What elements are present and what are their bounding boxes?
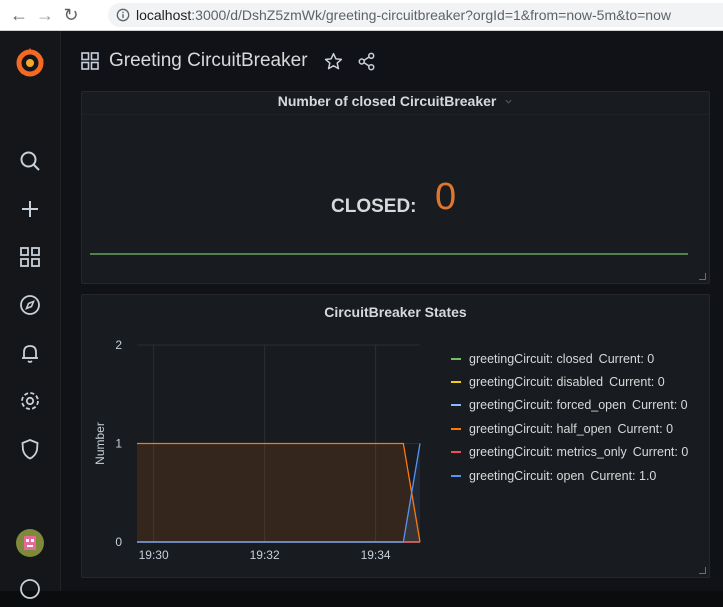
- grafana-logo-icon[interactable]: [0, 43, 60, 83]
- legend-series-name: greetingCircuit: forced_open: [469, 398, 627, 413]
- back-button[interactable]: ←: [6, 0, 32, 30]
- stat-panel: Number of closed CircuitBreaker CLOSED: …: [81, 91, 710, 284]
- panel-header-divider: [82, 114, 709, 115]
- url-host: localhost: [136, 7, 192, 23]
- chevron-down-icon[interactable]: [504, 97, 513, 106]
- reload-button[interactable]: ↻: [58, 0, 84, 30]
- legend-swatch: [451, 357, 461, 360]
- legend-series-name: greetingCircuit: half_open: [469, 421, 612, 436]
- plus-icon[interactable]: [0, 191, 60, 227]
- legend-item[interactable]: greetingCircuit: closed Current: 0: [451, 347, 688, 370]
- search-icon[interactable]: [0, 143, 60, 179]
- configuration-icon[interactable]: [0, 383, 60, 419]
- dashboard-grid-icon[interactable]: [81, 52, 99, 70]
- legend-swatch: [451, 404, 461, 407]
- dashboard-navbar: Greeting CircuitBreaker: [61, 31, 723, 93]
- legend-current-value: Current: 0: [632, 445, 689, 460]
- sidebar: [0, 31, 61, 599]
- stat-panel-title-text: Number of closed CircuitBreaker: [277, 93, 497, 109]
- graph-panel-title[interactable]: CircuitBreaker States: [82, 304, 709, 320]
- y-tick-label: 2: [115, 338, 122, 352]
- x-tick-label: 19:30: [139, 548, 169, 562]
- dashboard-title[interactable]: Greeting CircuitBreaker: [109, 50, 308, 72]
- star-icon[interactable]: [324, 52, 343, 71]
- legend-current-value: Current: 0: [617, 421, 674, 436]
- y-tick-label: 0: [115, 535, 122, 549]
- stat-panel-title[interactable]: Number of closed CircuitBreaker: [82, 93, 709, 109]
- series-area: [137, 443, 420, 542]
- browser-toolbar: ← → ↻ localhost:3000/d/DshZ5zmWk/greetin…: [0, 0, 723, 31]
- legend-series-name: greetingCircuit: metrics_only: [469, 445, 627, 460]
- user-avatar[interactable]: [0, 525, 60, 561]
- dashboard-content: Number of closed CircuitBreaker CLOSED: …: [61, 91, 723, 591]
- legend-swatch: [451, 451, 461, 454]
- x-tick-label: 19:34: [361, 548, 391, 562]
- help-icon[interactable]: [0, 571, 60, 607]
- forward-button[interactable]: →: [32, 0, 58, 30]
- legend-item[interactable]: greetingCircuit: disabled Current: 0: [451, 370, 688, 393]
- legend-current-value: Current: 1.0: [590, 468, 657, 483]
- legend-series-name: greetingCircuit: disabled: [469, 375, 604, 390]
- legend-swatch: [451, 427, 461, 430]
- legend-item[interactable]: greetingCircuit: metrics_only Current: 0: [451, 441, 688, 464]
- legend-current-value: Current: 0: [632, 398, 688, 413]
- y-axis-label: Number: [93, 422, 107, 465]
- alerting-icon[interactable]: [0, 335, 60, 371]
- shield-icon[interactable]: [0, 431, 60, 467]
- legend-swatch: [451, 381, 461, 384]
- legend-swatch: [451, 474, 461, 477]
- explore-icon[interactable]: [0, 287, 60, 323]
- legend-item[interactable]: greetingCircuit: forced_open Current: 0: [451, 394, 688, 417]
- info-icon[interactable]: [116, 8, 130, 22]
- stat-sparkline: [90, 253, 688, 255]
- y-tick-label: 1: [115, 437, 122, 451]
- legend-series-name: greetingCircuit: closed: [469, 351, 593, 366]
- x-tick-label: 19:32: [250, 548, 280, 562]
- url-path: :3000/d/DshZ5zmWk/greeting-circuitbreake…: [191, 7, 671, 23]
- legend-current-value: Current: 0: [609, 375, 665, 390]
- address-bar[interactable]: localhost:3000/d/DshZ5zmWk/greeting-circ…: [108, 3, 723, 27]
- stat-label: CLOSED:: [331, 196, 417, 217]
- url-text: localhost:3000/d/DshZ5zmWk/greeting-circ…: [136, 7, 671, 23]
- legend-current-value: Current: 0: [598, 351, 655, 366]
- panel-resize-handle-2[interactable]: [699, 567, 706, 574]
- legend-series-name: greetingCircuit: open: [469, 468, 585, 483]
- chart-legend: greetingCircuit: closed Current: 0 greetin…: [451, 347, 688, 487]
- legend-item[interactable]: greetingCircuit: open Current: 1.0: [451, 464, 688, 487]
- panel-resize-handle[interactable]: [699, 273, 706, 280]
- legend-item[interactable]: greetingCircuit: half_open Current: 0: [451, 417, 688, 440]
- states-chart: 2 1 0 19:30 19:32 19:34 Number: [93, 338, 421, 562]
- graph-panel: CircuitBreaker States 2 1 0 19:30 19:32 19:34…: [81, 294, 710, 578]
- share-icon[interactable]: [357, 52, 376, 71]
- stat-value: 0: [435, 176, 457, 218]
- dashboards-icon[interactable]: [0, 239, 60, 275]
